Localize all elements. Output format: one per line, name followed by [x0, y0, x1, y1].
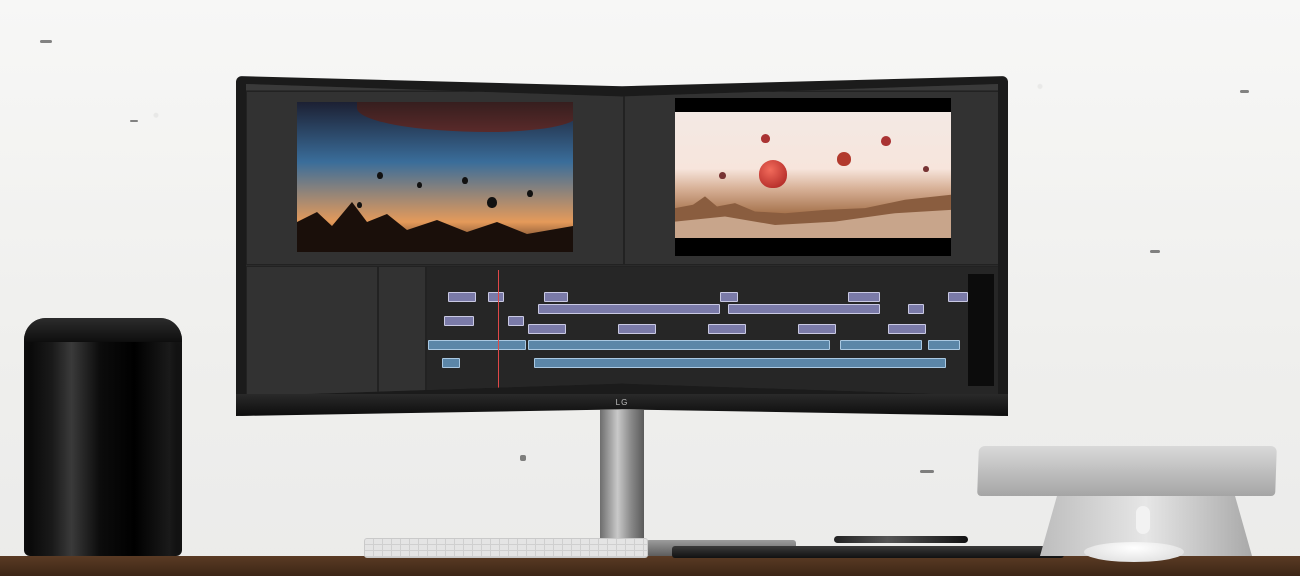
hot-air-balloon — [923, 166, 929, 172]
timeline-track-a1 — [428, 340, 968, 350]
closed-laptop — [977, 446, 1277, 496]
video-clip — [488, 292, 504, 302]
video-clip — [708, 324, 746, 334]
wall-speck — [920, 470, 934, 473]
program-video-letterbox — [675, 98, 951, 256]
audio-clip — [442, 358, 460, 368]
video-clip — [948, 292, 968, 302]
program-video-frame — [675, 112, 951, 238]
balloon-silhouette — [377, 172, 383, 179]
tools-panel — [378, 266, 426, 396]
stylus-pen — [834, 536, 968, 543]
hot-air-balloon — [837, 152, 851, 166]
video-clip — [720, 292, 738, 302]
video-clip — [908, 304, 924, 314]
timeline-track-a2 — [428, 358, 968, 368]
mac-pro-top-vent — [24, 318, 182, 342]
source-monitor-panel — [246, 91, 624, 265]
mac-pro-computer — [24, 318, 182, 556]
balloon-silhouette — [527, 190, 533, 197]
wall-speck — [130, 120, 138, 122]
hot-air-balloon — [759, 160, 787, 188]
timeline-track-v2 — [428, 304, 968, 314]
keyboard — [364, 538, 648, 558]
source-video-frame — [297, 102, 573, 252]
wall-speck — [520, 455, 526, 461]
timeline-track-v1 — [428, 316, 968, 326]
video-clip — [528, 324, 566, 334]
video-clip — [848, 292, 880, 302]
hot-air-balloon — [881, 136, 891, 146]
balloon-silhouette — [357, 202, 362, 208]
brand-logo: LG — [615, 398, 629, 407]
audio-clip — [534, 358, 946, 368]
wall-speck — [1240, 90, 1249, 93]
video-clip — [544, 292, 568, 302]
silhouette-rocks — [297, 202, 573, 252]
balloon-silhouette — [417, 182, 422, 188]
timeline-track-v3 — [428, 292, 968, 302]
video-clip — [728, 304, 880, 314]
cappadocia-rocks — [675, 194, 951, 238]
hot-air-balloon — [719, 172, 726, 179]
audio-clip — [428, 340, 526, 350]
monitor-stand-neck — [600, 410, 644, 540]
laptop-stand-cutout — [1136, 506, 1150, 534]
mouse — [1084, 542, 1184, 562]
drawing-tablet — [672, 546, 1064, 558]
audio-meters-panel — [968, 274, 994, 386]
timeline-playhead — [498, 270, 499, 390]
balloon-silhouette — [487, 197, 497, 208]
timeline-track-v0 — [428, 324, 968, 334]
video-clip — [538, 304, 720, 314]
audio-clip — [840, 340, 922, 350]
video-clip — [618, 324, 656, 334]
video-clip — [888, 324, 926, 334]
program-monitor-panel — [624, 91, 998, 265]
video-clip — [798, 324, 836, 334]
video-clip — [448, 292, 476, 302]
audio-clip — [928, 340, 960, 350]
wall-speck — [40, 40, 52, 43]
hot-air-balloon — [761, 134, 770, 143]
audio-clip — [528, 340, 830, 350]
project-panel — [246, 266, 378, 396]
balloon-silhouette — [462, 177, 468, 184]
balloon-canopy — [357, 102, 573, 132]
video-editor-screen — [246, 84, 998, 396]
wall-speck — [1150, 250, 1160, 253]
